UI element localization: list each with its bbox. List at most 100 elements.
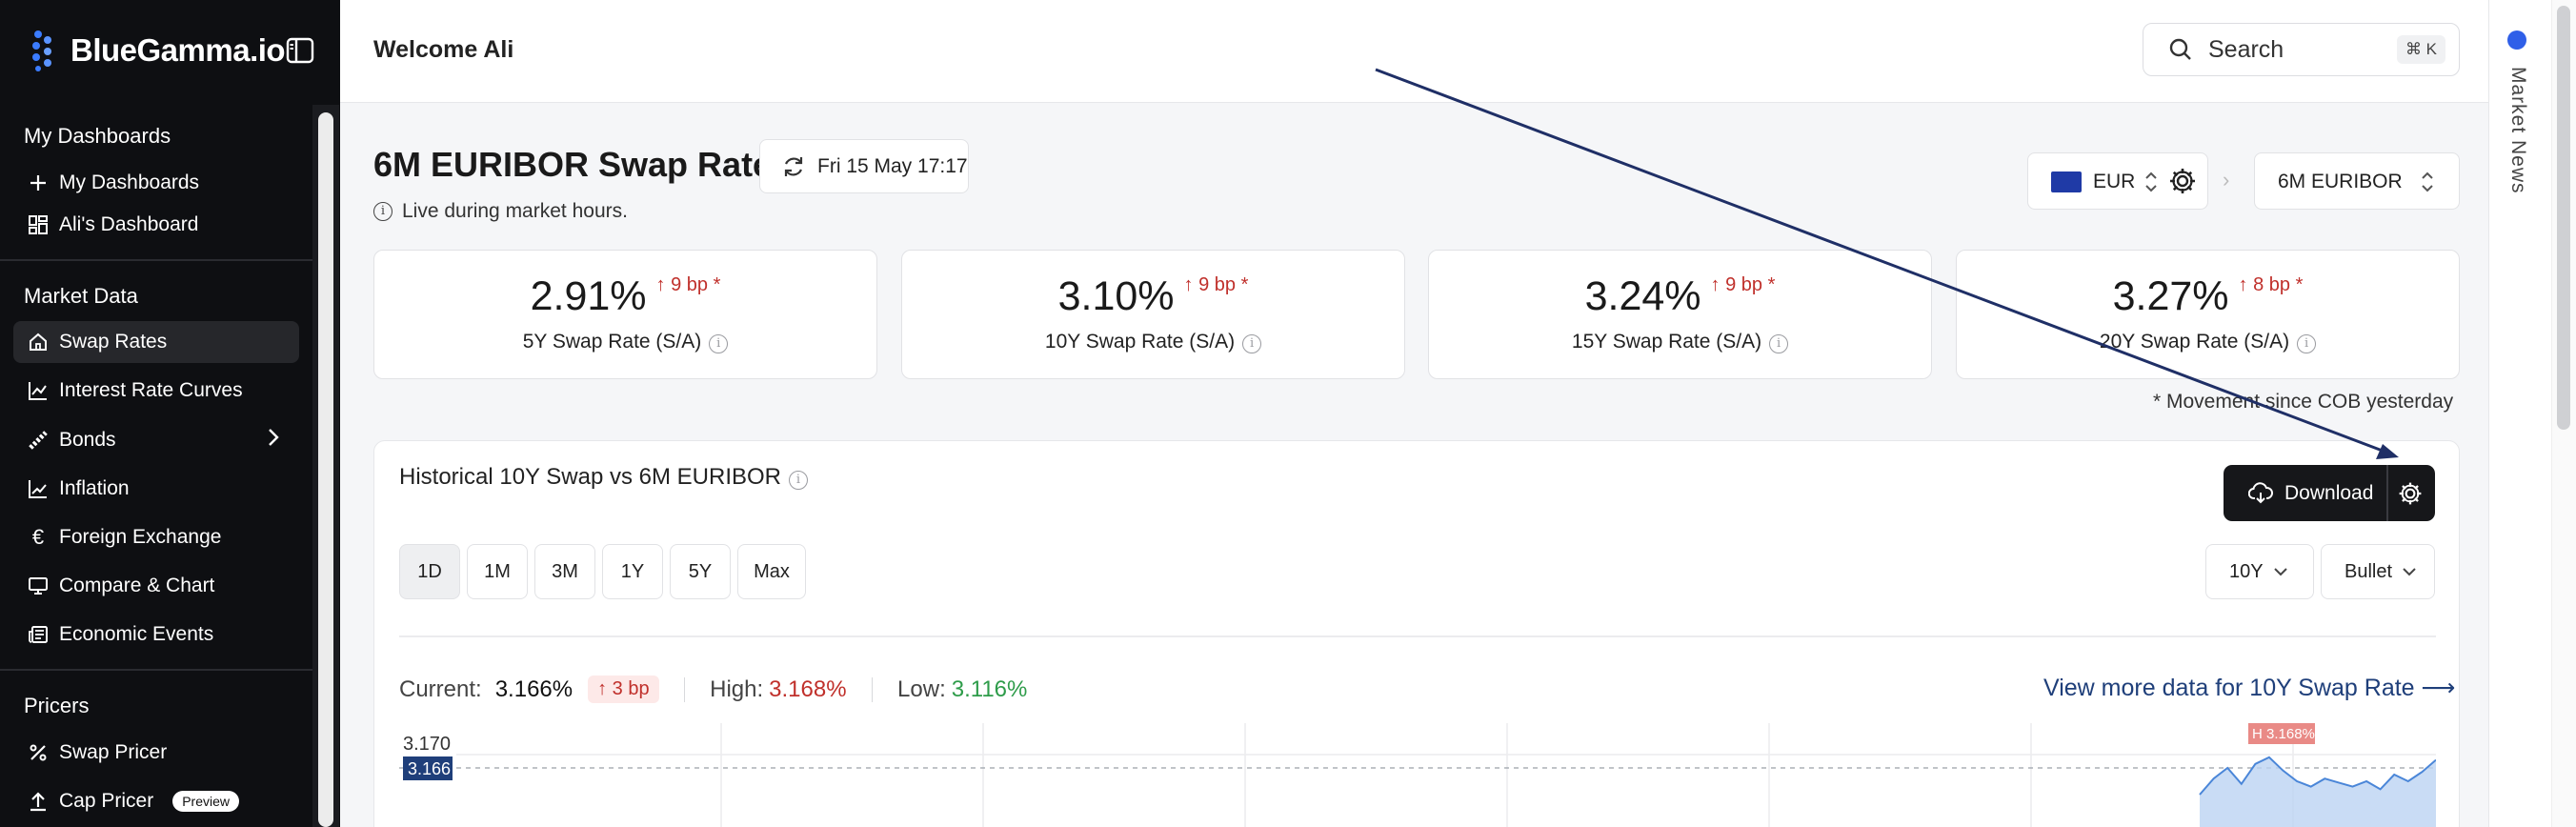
sidebar-item-swap-rates[interactable]: Swap Rates	[13, 321, 299, 363]
logo-mark-icon	[32, 30, 51, 71]
index-label: 6M EURIBOR	[2278, 171, 2403, 192]
newspaper-icon	[27, 623, 50, 646]
sidebar-item-swap-pricer[interactable]: Swap Pricer	[13, 732, 299, 774]
stats-separator	[683, 676, 686, 702]
search-input[interactable]: Search ⌘ K	[2143, 23, 2460, 76]
stats-row: Current: 3.166% ↑ 3 bp High: 3.168% Low:…	[399, 676, 1027, 703]
sidebar-item-cap-pricer[interactable]: Cap Pricer Preview	[13, 780, 299, 822]
updown-chevron-icon	[2145, 171, 2157, 192]
sidebar-toggle-icon[interactable]	[286, 36, 314, 65]
sidebar-item-foreign-exchange[interactable]: € Foreign Exchange	[13, 516, 299, 558]
sidebar-item-interest-rate-curves[interactable]: Interest Rate Curves	[13, 370, 299, 412]
historical-title: Historical 10Y Swap vs 6M EURIBOR	[399, 464, 782, 490]
rate-value-row: 3.24% ↑ 9 bp *	[1429, 273, 1931, 320]
range-button-5y[interactable]: 5Y	[670, 544, 731, 599]
rate-card-15y[interactable]: 3.24% ↑ 9 bp * 15Y Swap Rate (S/A) i	[1428, 250, 1932, 379]
preview-badge: Preview	[172, 791, 239, 812]
tenor-dropdown[interactable]: 10Y	[2205, 544, 2314, 599]
rate-value: 3.24%	[1584, 273, 1701, 319]
index-select[interactable]: 6M EURIBOR	[2254, 152, 2460, 210]
info-icon[interactable]: i	[1242, 334, 1262, 353]
range-button-1d[interactable]: 1D	[399, 544, 460, 599]
sidebar-item-label: My Dashboards	[59, 171, 200, 193]
sidebar-item-label: Inflation	[59, 477, 130, 499]
sidebar-item-label: Economic Events	[59, 623, 214, 645]
updown-chevron-icon	[2422, 171, 2433, 192]
sidebar-item-alis-dashboard[interactable]: Ali's Dashboard	[13, 204, 299, 246]
rate-change-text: 8 bp *	[2253, 274, 2304, 295]
sidebar-item-label: Swap Rates	[59, 331, 168, 353]
rate-change-text: 9 bp *	[1725, 274, 1776, 295]
rate-label: 5Y Swap Rate (S/A)	[522, 331, 702, 353]
info-icon[interactable]: i	[1769, 334, 1789, 353]
refresh-icon	[784, 156, 803, 176]
sidebar-item-label: Interest Rate Curves	[59, 379, 243, 401]
sidebar-item-economic-events[interactable]: Economic Events	[13, 614, 299, 656]
settings-gear-icon[interactable]	[2167, 166, 2198, 196]
euro-icon: €	[31, 525, 45, 549]
currency-label: EUR	[2093, 171, 2136, 192]
info-icon[interactable]: i	[709, 334, 729, 353]
rate-card-10y[interactable]: 3.10% ↑ 9 bp * 10Y Swap Rate (S/A) i	[901, 250, 1405, 379]
rate-value-row: 2.91% ↑ 9 bp *	[374, 273, 876, 320]
monitor-icon	[27, 575, 50, 597]
sidebar-item-label: Compare & Chart	[59, 575, 215, 596]
sidebar-divider	[0, 259, 312, 261]
dashboard-icon	[27, 213, 50, 236]
trend-icon	[27, 477, 50, 500]
eu-flag-icon	[2051, 171, 2082, 192]
bonds-icon	[27, 429, 50, 452]
market-news-tab[interactable]: Market News	[2506, 67, 2529, 194]
page-scrollbar-thumb[interactable]	[2557, 6, 2570, 430]
chart-settings-gear-icon[interactable]	[2397, 480, 2424, 507]
panel-divider	[399, 635, 2436, 637]
section-my-dashboards: My Dashboards	[24, 124, 171, 148]
app-root: BlueGamma.io My Dashboards My Dashboards…	[0, 0, 2576, 827]
home-icon	[27, 331, 50, 353]
info-icon[interactable]: i	[2297, 334, 2317, 353]
sidebar-item-compare-chart[interactable]: Compare & Chart	[13, 565, 299, 607]
sidebar-item-my-dashboards[interactable]: My Dashboards	[13, 162, 299, 204]
rate-change: ↑ 8 bp *	[2238, 274, 2304, 295]
live-note: i Live during market hours.	[373, 200, 628, 223]
high-value: 3.168%	[769, 676, 847, 702]
historical-title-row: Historical 10Y Swap vs 6M EURIBOR i	[399, 464, 809, 491]
refresh-timestamp-button[interactable]: Fri 15 May 17:17	[759, 139, 969, 193]
high-marker-label: H 3.168%	[2252, 726, 2315, 742]
upload-icon	[27, 790, 50, 813]
rate-change-text: 9 bp *	[671, 274, 721, 295]
low-value: 3.116%	[951, 676, 1028, 702]
chevron-right-icon[interactable]	[267, 427, 280, 454]
style-dropdown[interactable]: Bullet	[2321, 544, 2435, 599]
info-icon[interactable]: i	[789, 471, 809, 490]
rate-label-row: 5Y Swap Rate (S/A) i	[374, 331, 876, 353]
view-more-link[interactable]: View more data for 10Y Swap Rate ⟶	[2043, 674, 2455, 702]
current-change-text: 3 bp	[612, 678, 650, 699]
sidebar-item-inflation[interactable]: Inflation	[13, 468, 299, 510]
live-note-text: Live during market hours.	[402, 200, 628, 222]
current-value: 3.166%	[494, 676, 574, 702]
sidebar-item-label: Cap Pricer	[59, 790, 154, 812]
chart-icon	[27, 379, 50, 402]
rate-label: 20Y Swap Rate (S/A)	[2099, 331, 2290, 353]
sidebar-scrollbar-thumb[interactable]	[318, 112, 333, 827]
rate-card-20y[interactable]: 3.27% ↑ 8 bp * 20Y Swap Rate (S/A) i	[1956, 250, 2460, 379]
sidebar-divider	[0, 669, 312, 671]
movement-note: * Movement since COB yesterday	[2153, 391, 2454, 413]
rate-change-text: 9 bp *	[1198, 274, 1249, 295]
info-icon: i	[373, 202, 392, 221]
range-button-1m[interactable]: 1M	[467, 544, 528, 599]
range-button-1y[interactable]: 1Y	[602, 544, 663, 599]
range-button-3m[interactable]: 3M	[534, 544, 595, 599]
rate-value-row: 3.27% ↑ 8 bp *	[1957, 273, 2459, 320]
rate-card-5y[interactable]: 2.91% ↑ 9 bp * 5Y Swap Rate (S/A) i	[373, 250, 877, 379]
historical-chart[interactable]: 3.170 3.166 H 3.168%	[399, 723, 2436, 827]
news-indicator-dot	[2507, 30, 2526, 50]
range-button-max[interactable]: Max	[737, 544, 806, 599]
sidebar-item-bonds[interactable]: Bonds	[13, 419, 299, 461]
section-pricers: Pricers	[24, 694, 90, 717]
sidebar-item-label: Swap Pricer	[59, 741, 168, 763]
download-button[interactable]: Download	[2224, 465, 2385, 521]
logo[interactable]: BlueGamma.io	[29, 29, 286, 72]
cloud-download-icon	[2248, 481, 2273, 503]
